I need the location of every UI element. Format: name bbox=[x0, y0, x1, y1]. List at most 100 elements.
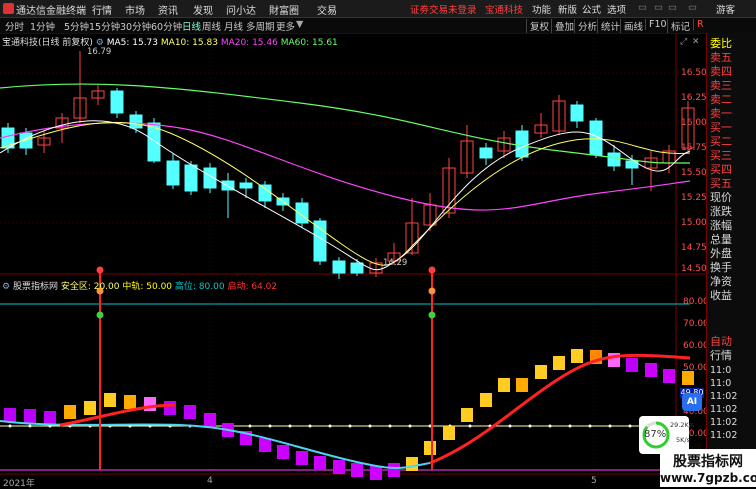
hist-block bbox=[277, 445, 289, 459]
quotes-tab[interactable]: 行情 bbox=[710, 349, 732, 362]
menu-function[interactable]: 功能 bbox=[532, 2, 551, 16]
btn-stats[interactable]: 统计 bbox=[597, 19, 620, 33]
chart-canvas[interactable]: ⤢ ✕ bbox=[0, 33, 706, 487]
ai-button[interactable]: AI bbox=[682, 393, 702, 411]
candles-group bbox=[1, 51, 695, 279]
network-percent: 87% bbox=[644, 429, 667, 440]
restore-icon[interactable]: ▭ bbox=[654, 2, 663, 13]
btn-restore-rights[interactable]: 复权 bbox=[526, 19, 549, 33]
mid-dot bbox=[608, 424, 612, 428]
menu-newversion[interactable]: 新版 bbox=[558, 2, 577, 16]
hist-block bbox=[104, 393, 116, 407]
period-daily[interactable]: 日线 bbox=[182, 19, 201, 33]
period-1min[interactable]: 1分钟 bbox=[30, 19, 55, 33]
menu-news[interactable]: 资讯 bbox=[158, 2, 178, 17]
app-title: 通达信金融终端 bbox=[16, 6, 86, 17]
ma-legend: 宝通科技(日线 前复权) ⚙ MA5: 15.73 MA10: 15.83 MA… bbox=[2, 35, 338, 48]
mid-dot bbox=[8, 424, 12, 428]
hist-block bbox=[4, 408, 16, 422]
login-alert[interactable]: 证劵交易未登录 bbox=[410, 2, 477, 16]
maximize-icon[interactable]: ▭ bbox=[668, 2, 677, 13]
mid-dot bbox=[248, 424, 252, 428]
period-30min[interactable]: 30分钟 bbox=[120, 19, 151, 33]
axis-year: 2021年 bbox=[3, 479, 35, 489]
candle-body bbox=[166, 160, 180, 186]
hist-block bbox=[645, 363, 657, 377]
hist-block bbox=[24, 409, 36, 423]
ind-tick: 50.00 bbox=[683, 363, 709, 373]
mid-dot bbox=[328, 424, 332, 428]
indicator-group bbox=[0, 266, 694, 480]
hist-block bbox=[443, 426, 455, 440]
axis-month-4: 4 bbox=[207, 476, 213, 486]
quote-field: 外盘 bbox=[710, 247, 732, 260]
menu-quotes[interactable]: 行情 bbox=[92, 2, 112, 17]
period-more[interactable]: 更多 bbox=[276, 19, 295, 33]
hist-block bbox=[553, 356, 565, 370]
menu-discover[interactable]: 发现 bbox=[193, 2, 213, 17]
period-monthly[interactable]: 月线 bbox=[224, 19, 243, 33]
candle-body bbox=[110, 90, 124, 114]
price-tick: 14.75 bbox=[681, 243, 707, 253]
quote-field: 买二 bbox=[710, 135, 732, 148]
candle-body bbox=[479, 147, 493, 159]
period-5min[interactable]: 5分钟 bbox=[64, 19, 89, 33]
menu-options[interactable]: 选项 bbox=[607, 2, 626, 16]
stock-alert[interactable]: 宝通科技 bbox=[485, 2, 523, 16]
indicator-settings-icon[interactable]: ⚙ bbox=[2, 282, 13, 292]
mid-band-label: 中轨: 50.00 bbox=[122, 282, 173, 292]
indicator-title: 股票指标网 bbox=[12, 282, 58, 292]
hist-block bbox=[388, 463, 400, 477]
auto-tab[interactable]: 自动 bbox=[710, 335, 732, 348]
ma10-label: MA10: 15.83 bbox=[160, 38, 218, 48]
menu-wealth[interactable]: 財富圈 bbox=[269, 2, 299, 17]
btn-overlay[interactable]: 叠加 bbox=[551, 19, 574, 33]
period-multi[interactable]: 多周期 bbox=[246, 19, 275, 33]
hist-block bbox=[370, 466, 382, 480]
period-weekly[interactable]: 周线 bbox=[202, 19, 221, 33]
quote-field: 收益 bbox=[710, 289, 732, 302]
candle-body bbox=[258, 184, 272, 202]
btn-draw[interactable]: 画线 bbox=[620, 19, 643, 33]
settings-icon[interactable]: ⚙ bbox=[96, 38, 107, 48]
btn-f10[interactable]: F10 bbox=[645, 19, 667, 30]
download-speed: 5K/s bbox=[676, 436, 690, 444]
hist-block bbox=[480, 393, 492, 407]
tick-time: 11:0 bbox=[710, 378, 732, 389]
menu-ask[interactable]: 问小达 bbox=[226, 2, 256, 17]
guest-label[interactable]: 游客 bbox=[716, 2, 735, 16]
quote-field: 委比 bbox=[710, 37, 732, 50]
quote-field: 买四 bbox=[710, 163, 732, 176]
btn-analysis[interactable]: 分析 bbox=[574, 19, 597, 33]
signal-marker bbox=[428, 287, 436, 295]
close-icon[interactable]: ▭ bbox=[688, 2, 697, 13]
mid-dot bbox=[568, 424, 572, 428]
mid-dot bbox=[308, 424, 312, 428]
period-15min[interactable]: 15分钟 bbox=[89, 19, 120, 33]
menu-formula[interactable]: 公式 bbox=[582, 2, 601, 16]
hist-block bbox=[571, 349, 583, 363]
menu-market[interactable]: 市场 bbox=[125, 2, 145, 17]
hist-block bbox=[64, 405, 76, 419]
price-tick: 16.50 bbox=[681, 68, 707, 78]
quote-field: 买五 bbox=[710, 177, 732, 190]
high-price-label: 16.79 bbox=[87, 47, 112, 57]
mid-dot bbox=[628, 424, 632, 428]
period-60min[interactable]: 60分钟 bbox=[151, 19, 182, 33]
btn-r[interactable]: R bbox=[693, 19, 704, 30]
btn-mark[interactable]: 标记 bbox=[667, 19, 690, 33]
app-logo-icon bbox=[3, 3, 14, 14]
mid-dot bbox=[288, 424, 292, 428]
hist-block bbox=[124, 395, 136, 409]
hist-block bbox=[424, 441, 436, 455]
axis-month-5: 5 bbox=[591, 476, 597, 486]
minimize-icon[interactable]: ▭ bbox=[638, 2, 647, 13]
quote-field: 买三 bbox=[710, 149, 732, 162]
mid-dot bbox=[508, 424, 512, 428]
menu-trade[interactable]: 交易 bbox=[317, 2, 337, 17]
period-tick[interactable]: 分时 bbox=[5, 19, 24, 33]
candle-body bbox=[129, 114, 143, 129]
ma10-line bbox=[0, 121, 691, 266]
more-arrow-icon[interactable]: ▼ bbox=[296, 19, 303, 30]
hist-block bbox=[164, 401, 176, 415]
